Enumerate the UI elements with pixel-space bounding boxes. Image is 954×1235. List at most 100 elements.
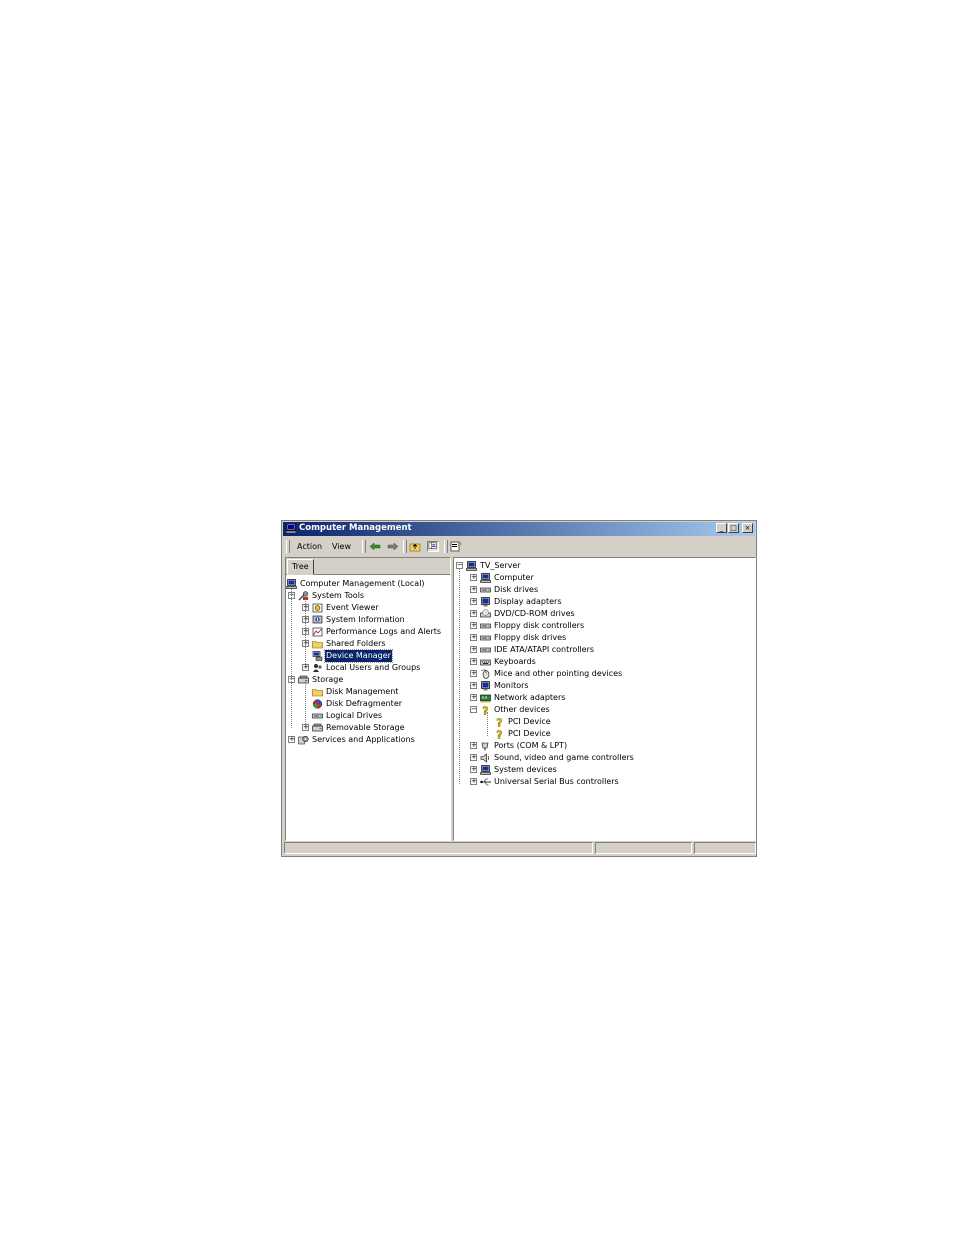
expand-icon[interactable]: + [470,586,477,593]
maximize-icon: □ [730,524,737,532]
users-icon [312,663,323,673]
ide-controller-icon [480,645,491,655]
tab-tree-label: Tree [292,562,309,571]
minimize-button[interactable]: _ [716,523,727,533]
tree-node-label: Network adapters [494,693,566,702]
toolbar-grip[interactable] [286,540,290,553]
expand-icon[interactable]: + [288,736,295,743]
usb-icon [480,777,491,787]
tree-node-label: System Tools [312,591,365,600]
expand-icon[interactable]: + [470,742,477,749]
forward-arrow-icon[interactable] [387,541,399,552]
removable-storage-icon [312,723,323,733]
tree-node-label: Services and Applications [312,735,415,744]
tree-connector [305,596,306,668]
expand-icon[interactable]: + [470,622,477,629]
sound-icon [480,753,491,763]
toolbar-separator-3 [444,540,448,553]
floppy-drive-icon [480,633,491,643]
performance-icon [312,627,323,637]
action-menu[interactable]: Action [297,542,322,551]
storage-icon [298,675,309,685]
floppy-controller-icon [480,621,491,631]
computer-icon [480,573,491,583]
monitor-icon [480,681,491,691]
tree-node-label: Mice and other pointing devices [494,669,623,678]
tree-node-label: TV_Server [480,561,521,570]
expand-icon[interactable]: + [470,754,477,761]
tree-node-label: System devices [494,765,557,774]
device-manager-icon [312,651,323,661]
show-hide-tree-button[interactable] [427,541,439,552]
tree-node-label: Floppy disk controllers [494,621,585,630]
tree-node-label: IDE ATA/ATAPI controllers [494,645,595,654]
tree-node-label: Device Manager [324,649,393,663]
tree-connector [459,568,460,784]
tree-node-label: System Information [326,615,405,624]
expand-icon[interactable]: + [470,634,477,641]
expand-icon[interactable]: + [470,778,477,785]
computer-management-icon [286,524,296,533]
shared-folder-icon [312,639,323,649]
tree-connector [487,712,488,736]
back-arrow-icon[interactable] [369,541,381,552]
expand-icon[interactable]: + [470,658,477,665]
tree-node-label: Performance Logs and Alerts [326,627,442,636]
toolbar-separator-2 [403,540,407,553]
tree-connector [305,680,306,728]
console-tree-pane: Tree Computer Management (Local) − System … [285,557,451,841]
view-menu[interactable]: View [332,542,351,551]
status-panel-2 [595,842,692,854]
title-bar[interactable]: Computer Management _ □ × [283,522,755,536]
tree-node-label: Other devices [494,705,550,714]
tree-node-label: PCI Device [508,717,551,726]
up-one-level-icon[interactable] [409,541,421,552]
tree-node-label: Computer [494,573,534,582]
expand-icon[interactable]: + [470,682,477,689]
action-menu-label: Action [297,542,323,551]
properties-icon[interactable] [450,541,462,552]
tree-node-label: Computer Management (Local) [300,579,425,588]
maximize-button[interactable]: □ [728,523,739,533]
tree-connector [291,584,292,728]
expand-icon[interactable]: + [470,646,477,653]
logical-drive-icon [312,711,323,721]
tree-node-label: Local Users and Groups [326,663,421,672]
collapse-icon[interactable]: − [470,706,477,713]
expand-icon[interactable]: + [470,766,477,773]
tree-node-label: Disk drives [494,585,539,594]
tree-node-label: Shared Folders [326,639,386,648]
svg-text:?: ? [496,729,502,739]
expand-icon[interactable]: + [470,598,477,605]
tools-icon [298,591,309,601]
status-panel-3 [694,842,756,854]
tree-node-label: PCI Device [508,729,551,738]
tree-node-label: Universal Serial Bus controllers [494,777,619,786]
tree-node-label: Disk Defragmenter [326,699,403,708]
event-viewer-icon [312,603,323,613]
tree-node-label: Monitors [494,681,529,690]
services-icon [298,735,309,745]
tree-node-label: Display adapters [494,597,562,606]
keyboard-icon [480,657,491,667]
tree-node-label: Floppy disk drives [494,633,567,642]
defragmenter-icon [312,699,323,709]
tree-node-label: DVD/CD-ROM drives [494,609,575,618]
toolbar: Action View [284,538,754,555]
close-button[interactable]: × [742,523,753,533]
port-icon [480,741,491,751]
expand-icon[interactable]: + [470,670,477,677]
unknown-device-icon: ? [494,728,505,742]
unknown-device-icon: ? [494,716,505,730]
system-device-icon [480,765,491,775]
expand-icon[interactable]: + [470,574,477,581]
expand-icon[interactable]: + [470,694,477,701]
tree-node-label: Keyboards [494,657,536,666]
unknown-device-icon: ? [480,704,491,718]
tree-node-label: Disk Management [326,687,399,696]
tab-tree[interactable]: Tree [287,559,314,575]
show-hide-tree-icon [428,542,437,549]
tree-node-label: Storage [312,675,344,684]
expand-icon[interactable]: + [470,610,477,617]
network-adapter-icon [480,693,491,703]
